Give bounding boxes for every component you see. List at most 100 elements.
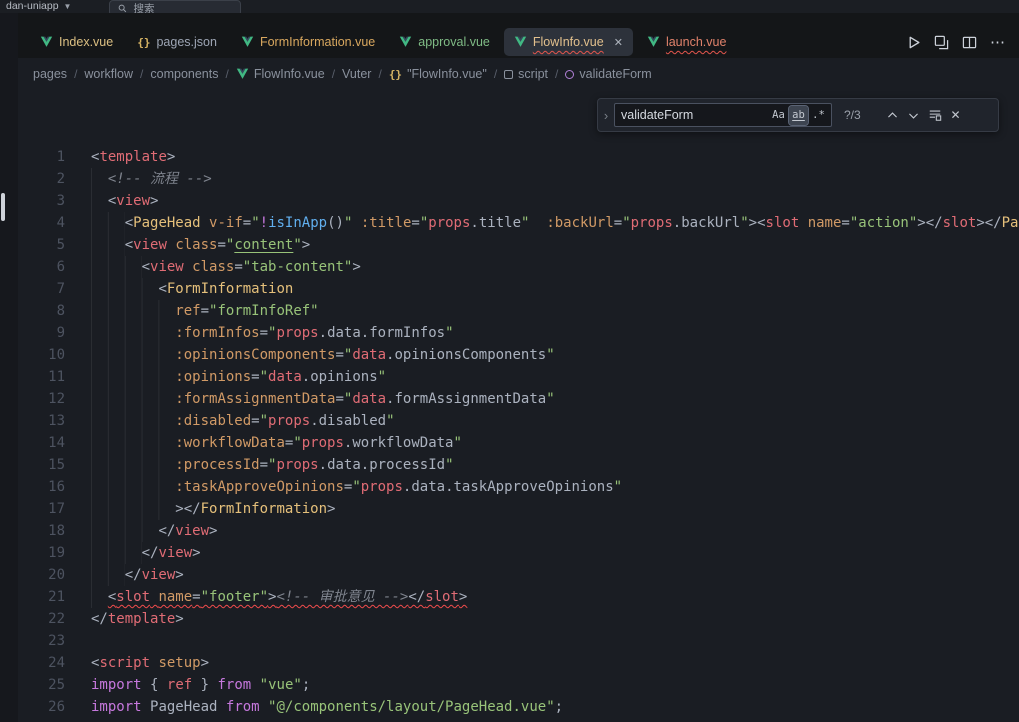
tab-launch-vue[interactable]: launch.vue xyxy=(637,28,736,56)
code-line[interactable]: 4 <PageHead v-if="!isInApp()" :title="pr… xyxy=(18,212,1019,234)
line-content: </view> xyxy=(91,564,184,586)
code-line[interactable]: 7 <FormInformation xyxy=(18,278,1019,300)
line-content: :taskApproveOpinions="props.data.taskApp… xyxy=(91,476,622,498)
code-line[interactable]: 25import { ref } from "vue"; xyxy=(18,674,1019,696)
code-line[interactable]: 24<script setup> xyxy=(18,652,1019,674)
line-number: 17 xyxy=(18,498,65,520)
line-number: 11 xyxy=(18,366,65,388)
line-number: 14 xyxy=(18,432,65,454)
line-content: <template> xyxy=(91,146,175,168)
tab-forminformation-vue[interactable]: FormInformation.vue xyxy=(231,28,385,56)
line-number: 18 xyxy=(18,520,65,542)
editor-layout-button[interactable] xyxy=(934,35,949,50)
breadcrumb-item--flowinfo-vue-[interactable]: {}"FlowInfo.vue" xyxy=(389,67,487,81)
line-content: :formAssignmentData="data.formAssignment… xyxy=(91,388,555,410)
tab-approval-vue[interactable]: approval.vue xyxy=(389,28,500,56)
whole-word-toggle[interactable]: ab xyxy=(789,106,808,125)
breadcrumb-separator: / xyxy=(74,67,77,81)
code-line[interactable]: 3 <view> xyxy=(18,190,1019,212)
line-number: 6 xyxy=(18,256,65,278)
breadcrumb-item-vuter[interactable]: Vuter xyxy=(342,67,371,81)
code-line[interactable]: 10 :opinionsComponents="data.opinionsCom… xyxy=(18,344,1019,366)
code-line[interactable]: 12 :formAssignmentData="data.formAssignm… xyxy=(18,388,1019,410)
code-line[interactable]: 13 :disabled="props.disabled" xyxy=(18,410,1019,432)
json-icon: {} xyxy=(389,68,402,81)
more-actions-button[interactable]: ⋯ xyxy=(990,35,1005,50)
breadcrumb-item-components[interactable]: components xyxy=(150,67,218,81)
line-content: <view class="content"> xyxy=(91,234,310,256)
split-editor-button[interactable] xyxy=(962,35,977,50)
code-line[interactable]: 21 <slot name="footer"><!-- 审批意见 --></sl… xyxy=(18,586,1019,608)
breadcrumb-separator: / xyxy=(332,67,335,81)
line-number: 23 xyxy=(18,630,65,652)
tab-list: Index.vue {}pages.json FormInformation.vue… xyxy=(30,28,894,56)
line-content: ></FormInformation> xyxy=(91,498,335,520)
close-icon[interactable]: ✕ xyxy=(614,36,623,49)
code-line[interactable]: 2 <!-- 流程 --> xyxy=(18,168,1019,190)
breadcrumb-item-script[interactable]: script xyxy=(504,67,548,81)
command-center-search[interactable]: 搜索 xyxy=(109,0,241,13)
vue-icon xyxy=(514,36,527,48)
code-line[interactable]: 14 :workflowData="props.workflowData" xyxy=(18,432,1019,454)
code-line[interactable]: 22</template> xyxy=(18,608,1019,630)
code-line[interactable]: 5 <view class="content"> xyxy=(18,234,1019,256)
breadcrumb-item-validateform[interactable]: validateForm xyxy=(565,67,651,81)
find-in-selection-button[interactable] xyxy=(924,105,945,126)
code-line[interactable]: 15 :processId="props.data.processId" xyxy=(18,454,1019,476)
line-number: 26 xyxy=(18,696,65,718)
whole-word-label: ab xyxy=(792,109,805,121)
line-content: import PageHead from "@/components/layou… xyxy=(91,696,563,718)
code-line[interactable]: 11 :opinions="data.opinions" xyxy=(18,366,1019,388)
regex-toggle[interactable]: .* xyxy=(809,106,828,125)
code-line[interactable]: 23 xyxy=(18,630,1019,652)
tab-label: Index.vue xyxy=(59,35,113,49)
breadcrumb-label: pages xyxy=(33,67,67,81)
toggle-replace-chevron-icon[interactable]: › xyxy=(598,108,614,123)
tab-label: FlowInfo.vue xyxy=(533,35,604,49)
line-content: <script setup> xyxy=(91,652,209,674)
project-menu[interactable]: dan-uniapp ▼ xyxy=(0,0,79,13)
sidebar-drag-handle[interactable] xyxy=(1,193,5,221)
code-line[interactable]: 8 ref="formInfoRef" xyxy=(18,300,1019,322)
line-number: 4 xyxy=(18,212,65,234)
find-widget: › Aa ab .* ?/3 xyxy=(597,98,999,132)
editor: › Aa ab .* ?/3 xyxy=(18,90,1019,722)
code-line[interactable]: 17 ></FormInformation> xyxy=(18,498,1019,520)
code-line[interactable]: 19 </view> xyxy=(18,542,1019,564)
code-line[interactable]: 16 :taskApproveOpinions="props.data.task… xyxy=(18,476,1019,498)
match-case-toggle[interactable]: Aa xyxy=(769,106,788,125)
find-input-box: Aa ab .* xyxy=(614,103,832,127)
line-content: </template> xyxy=(91,608,184,630)
tab-label: launch.vue xyxy=(666,35,726,49)
line-number: 25 xyxy=(18,674,65,696)
breadcrumb-item-workflow[interactable]: workflow xyxy=(84,67,133,81)
line-number: 13 xyxy=(18,410,65,432)
tab-label: FormInformation.vue xyxy=(260,35,375,49)
breadcrumb-label: validateForm xyxy=(579,67,651,81)
code-line[interactable]: 26 import PageHead from "@/components/lay… xyxy=(18,696,1019,718)
breadcrumb-item-pages[interactable]: pages xyxy=(33,67,67,81)
line-number: 20 xyxy=(18,564,65,586)
next-match-button[interactable] xyxy=(903,105,924,126)
code-line[interactable]: 1 <template> xyxy=(18,146,1019,168)
run-button[interactable] xyxy=(906,35,921,50)
tab-flowinfo-vue[interactable]: FlowInfo.vue ✕ xyxy=(504,28,633,56)
line-number: 8 xyxy=(18,300,65,322)
previous-match-button[interactable] xyxy=(882,105,903,126)
editor-actions: ⋯ xyxy=(894,28,1013,56)
line-content: <view> xyxy=(91,190,158,212)
code-line[interactable]: 9 :formInfos="props.data.formInfos" xyxy=(18,322,1019,344)
code-line[interactable]: 20 </view> xyxy=(18,564,1019,586)
code-line[interactable]: 18 </view> xyxy=(18,520,1019,542)
find-input[interactable] xyxy=(621,108,768,122)
line-content: <slot name="footer"><!-- 审批意见 --></slot> xyxy=(91,586,467,608)
breadcrumb-label: script xyxy=(518,67,548,81)
title-bar: dan-uniapp ▼ 搜索 xyxy=(0,0,1019,13)
tab-pages-json[interactable]: {}pages.json xyxy=(127,28,227,56)
tab-index-vue[interactable]: Index.vue xyxy=(30,28,123,56)
line-number: 1 xyxy=(18,146,65,168)
code-line[interactable]: 6 <view class="tab-content"> xyxy=(18,256,1019,278)
breadcrumb-item-flowinfo-vue[interactable]: FlowInfo.vue xyxy=(236,67,325,81)
chevron-down-icon: ▼ xyxy=(64,2,72,11)
close-find-button[interactable]: ✕ xyxy=(945,105,966,126)
